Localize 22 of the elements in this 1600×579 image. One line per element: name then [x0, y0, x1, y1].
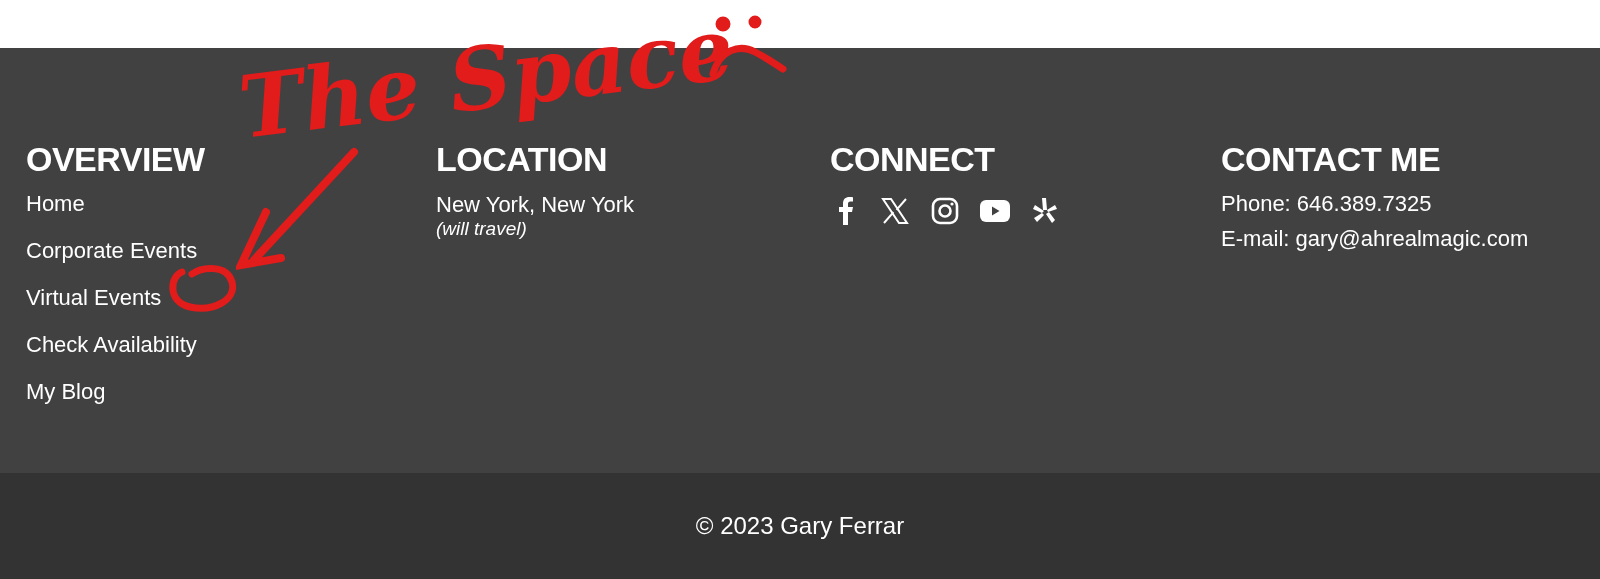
facebook-icon — [836, 197, 854, 225]
footer-link[interactable]: Corporate Events — [26, 239, 198, 263]
footer-link[interactable]: Virtual Events — [26, 286, 162, 310]
social-link[interactable] — [880, 196, 910, 226]
camera-icon — [931, 197, 959, 225]
column-heading: OVERVIEW — [26, 140, 205, 178]
burst-icon — [1032, 197, 1058, 225]
x-logo-icon — [881, 197, 909, 225]
column-heading: CONNECT — [830, 140, 995, 178]
footer-link[interactable]: My Blog — [26, 380, 106, 404]
travel-note: (will travel) — [436, 218, 527, 240]
social-link[interactable] — [1030, 196, 1060, 226]
copyright-text: © 2023 Gary Ferrar — [695, 512, 905, 540]
column-heading: CONTACT ME — [1221, 140, 1441, 178]
contact-line: Phone: 646.389.7325 — [1221, 190, 1432, 218]
location-text: New York, New York — [436, 192, 635, 218]
footer-link[interactable]: Home — [26, 192, 85, 216]
contact-line: E-mail: gary@ahrealmagic.com — [1221, 225, 1529, 253]
play-icon — [980, 200, 1010, 222]
column-heading: LOCATION — [436, 140, 607, 178]
social-link[interactable] — [930, 196, 960, 226]
footer-link[interactable]: Check Availability — [26, 333, 197, 357]
